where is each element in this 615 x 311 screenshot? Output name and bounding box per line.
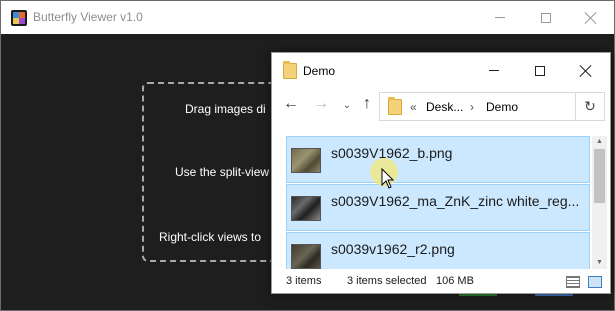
image-thumbnail-icon — [291, 196, 321, 221]
maximize-icon — [535, 65, 545, 76]
address-bar[interactable]: « Desk... › Demo — [379, 92, 576, 121]
explorer-maximize-button[interactable] — [517, 53, 563, 88]
address-overflow-chevron[interactable]: « — [410, 100, 417, 114]
folder-icon — [283, 61, 297, 79]
status-bar: 3 items 3 items selected 106 MB — [272, 271, 610, 293]
breadcrumb-desktop[interactable]: Desk... — [426, 100, 463, 114]
app-maximize-button[interactable] — [523, 1, 569, 34]
app-title: Butterfly Viewer v1.0 — [33, 10, 143, 24]
drop-hint-split-view: Use the split-view — [175, 165, 270, 179]
app-titlebar[interactable]: Butterfly Viewer v1.0 — [1, 1, 614, 34]
file-explorer-window: Demo ← → ⌄ ↑ « Desk... › Demo ↻ s0039V19… — [271, 52, 611, 294]
file-list-scrollbar[interactable]: ▲ ▼ — [592, 136, 607, 269]
scroll-down-arrow-icon[interactable]: ▼ — [592, 257, 607, 269]
explorer-minimize-button[interactable] — [471, 53, 517, 88]
minimize-icon — [495, 17, 505, 18]
minimize-icon — [489, 70, 499, 71]
app-minimize-button[interactable] — [477, 1, 523, 34]
scroll-up-arrow-icon[interactable]: ▲ — [592, 136, 607, 148]
up-arrow-icon[interactable]: ↑ — [358, 96, 376, 112]
forward-arrow-icon[interactable]: → — [312, 96, 330, 112]
close-icon — [580, 65, 592, 77]
image-thumbnail-icon — [291, 244, 321, 269]
maximize-icon — [541, 12, 551, 23]
drop-hint-drag: Drag images di — [185, 102, 266, 116]
app-close-button[interactable] — [568, 1, 614, 34]
explorer-close-button[interactable] — [563, 53, 609, 88]
refresh-icon: ↻ — [584, 98, 596, 114]
breadcrumb-separator-icon[interactable]: › — [470, 100, 474, 114]
file-name: s0039V1962_b.png — [331, 145, 453, 161]
scroll-thumb[interactable] — [594, 149, 605, 203]
selected-count: 3 items selected — [347, 275, 427, 287]
folder-icon — [388, 97, 402, 115]
explorer-title: Demo — [303, 64, 336, 78]
close-icon — [585, 12, 597, 24]
details-view-icon[interactable] — [566, 276, 580, 288]
butterfly-viewer-app-icon — [11, 10, 27, 26]
image-thumbnail-icon — [291, 148, 321, 173]
breadcrumb-demo[interactable]: Demo — [486, 100, 518, 114]
mouse-cursor-icon — [381, 168, 395, 189]
large-icons-view-icon[interactable] — [588, 276, 602, 288]
file-name: s0039v1962_r2.png — [331, 241, 455, 257]
selection-size: 106 MB — [436, 275, 474, 287]
file-item[interactable]: s0039V1962_ma_ZnK_zinc white_reg... — [286, 184, 590, 231]
file-name: s0039V1962_ma_ZnK_zinc white_reg... — [331, 193, 580, 209]
back-arrow-icon[interactable]: ← — [282, 96, 300, 112]
file-item[interactable]: s0039v1962_r2.png — [286, 232, 590, 269]
item-count: 3 items — [286, 275, 322, 287]
file-list: s0039V1962_b.png s0039V1962_ma_ZnK_zinc … — [286, 136, 590, 269]
explorer-titlebar[interactable]: Demo — [272, 53, 610, 88]
drop-hint-right-click: Right-click views to — [159, 230, 262, 244]
refresh-button[interactable]: ↻ — [575, 92, 605, 121]
recent-locations-chevron-icon[interactable]: ⌄ — [338, 98, 356, 114]
file-item[interactable]: s0039V1962_b.png — [286, 136, 590, 183]
